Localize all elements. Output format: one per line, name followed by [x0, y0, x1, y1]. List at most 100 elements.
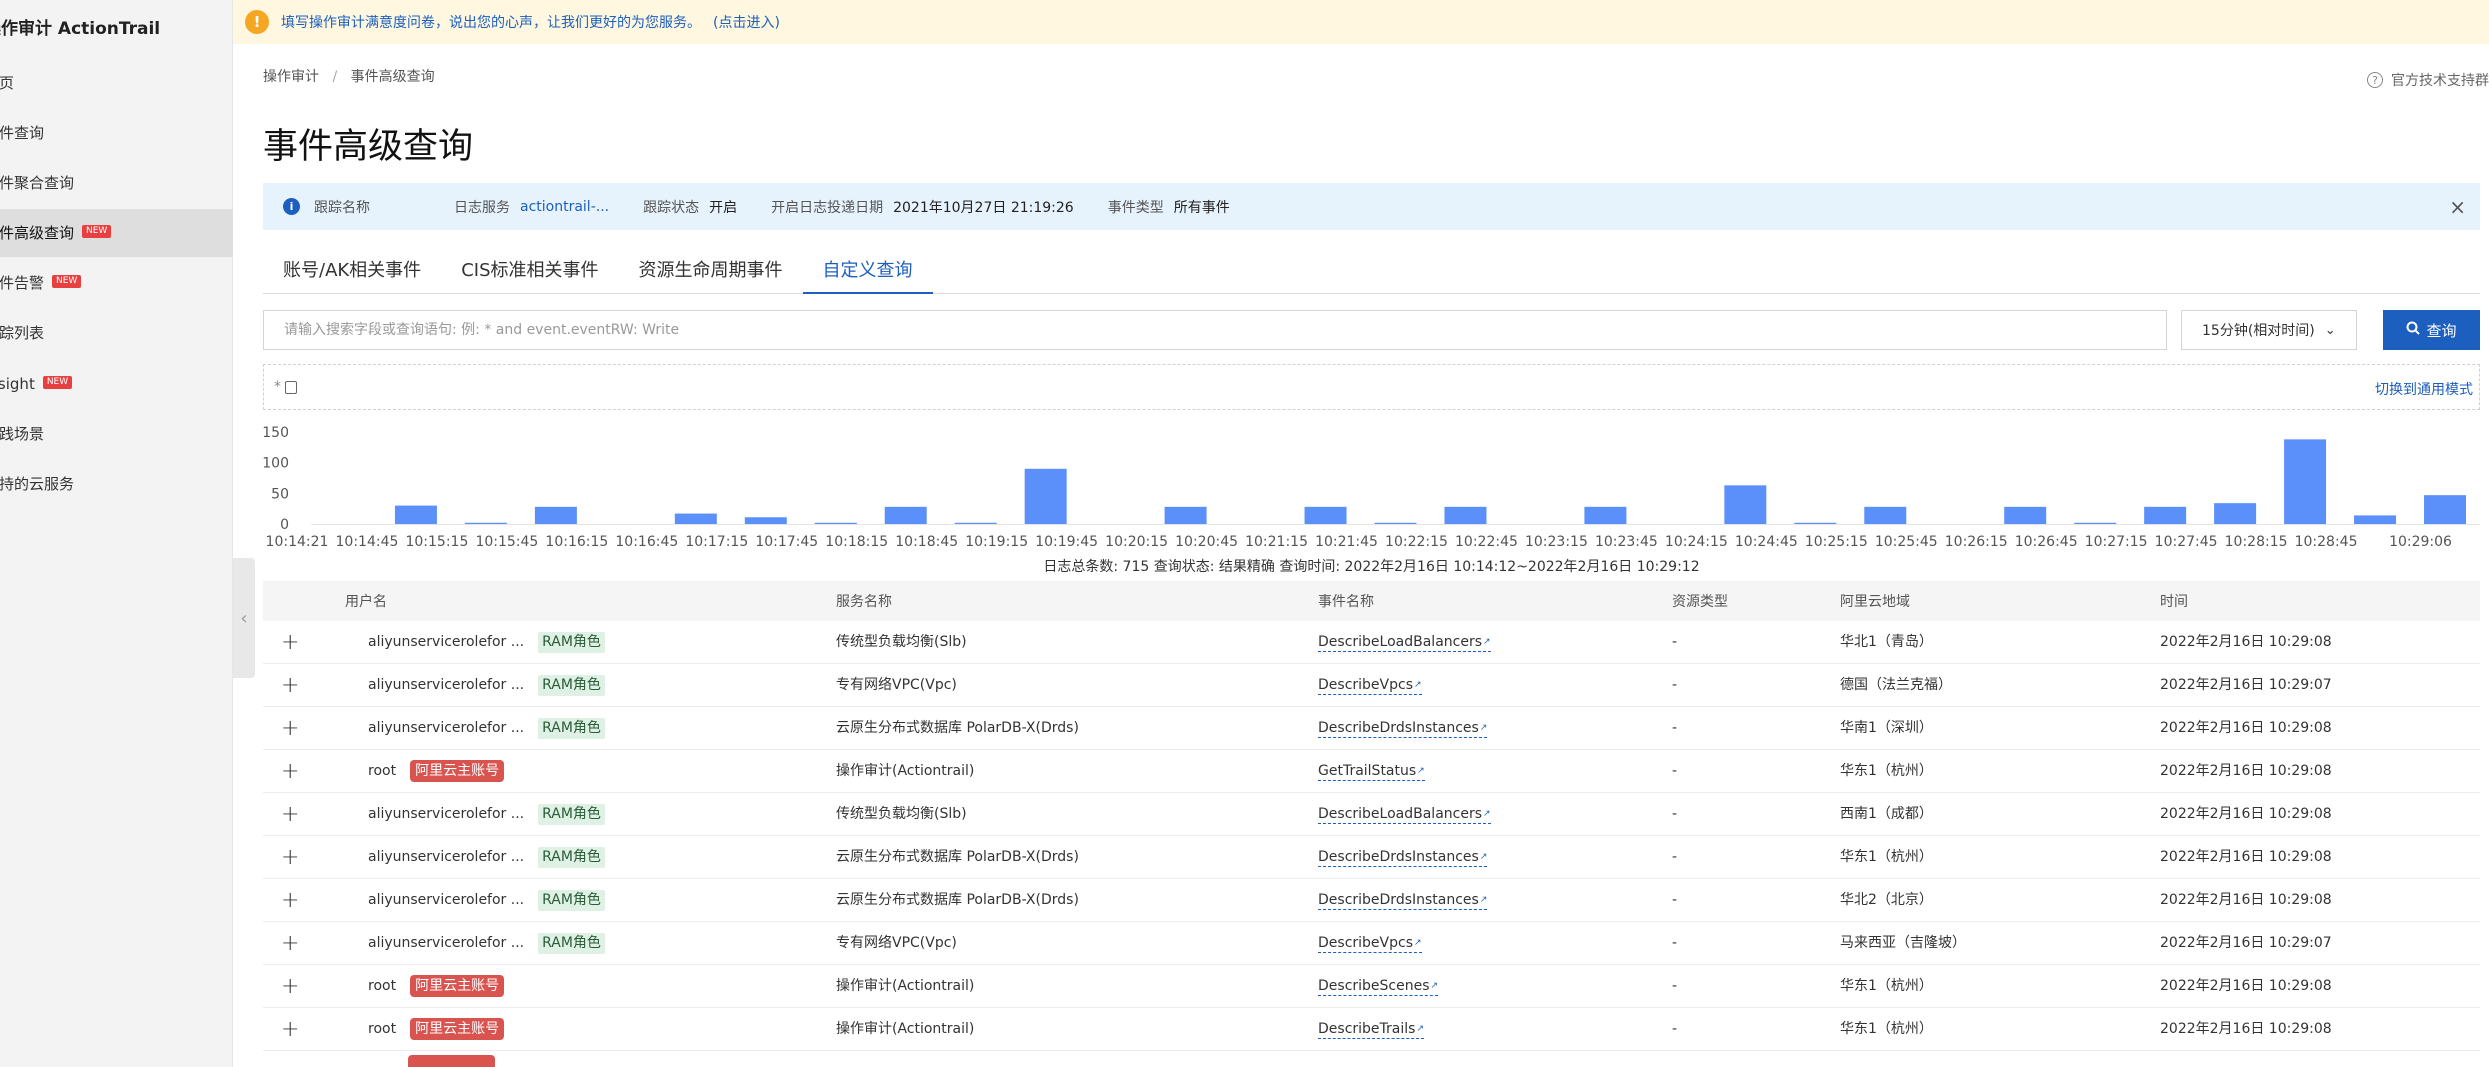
- sidebar-item-0[interactable]: 首页: [0, 59, 233, 107]
- histogram-bar[interactable]: [2214, 503, 2257, 524]
- table-row[interactable]: + aliyunservicerolefor ... RAM角色 传统型负载均衡(Sl…: [263, 793, 2480, 836]
- external-link-icon: ↗: [1479, 723, 1488, 733]
- histogram-bar[interactable]: [1864, 506, 1907, 524]
- table-row[interactable]: + aliyunservicerolefor ... RAM角色 云原生分布式数据库 …: [263, 836, 2480, 879]
- histogram-bar[interactable]: [2424, 495, 2467, 524]
- sidebar-item-8[interactable]: 支持的云服务: [0, 460, 233, 508]
- breadcrumb: 操作审计 / 事件高级查询: [263, 66, 435, 86]
- table-row-partial: [263, 1051, 2480, 1067]
- support-link[interactable]: ? 官方技术支持群: [2367, 70, 2489, 90]
- sidebar-item-3[interactable]: 事件高级查询 NEW: [0, 209, 233, 257]
- copy-icon[interactable]: [285, 380, 297, 394]
- expand-row-icon[interactable]: +: [281, 879, 299, 922]
- table-row[interactable]: + aliyunservicerolefor ... RAM角色 云原生分布式数据库 …: [263, 707, 2480, 750]
- log-service-value[interactable]: actiontrail-...: [520, 199, 609, 215]
- histogram-bar[interactable]: [814, 522, 857, 524]
- x-tick-label: 10:25:45: [1875, 534, 1938, 550]
- support-label: 官方技术支持群: [2391, 73, 2489, 89]
- histogram-bar[interactable]: [1024, 468, 1067, 524]
- histogram-bar[interactable]: [674, 513, 717, 524]
- event-name-link[interactable]: DescribeTrails↗: [1318, 1020, 1424, 1039]
- event-name-link[interactable]: DescribeLoadBalancers↗: [1318, 633, 1491, 652]
- event-name-link[interactable]: DescribeScenes↗: [1318, 977, 1439, 996]
- expand-row-icon[interactable]: +: [281, 965, 299, 1008]
- tab-custom-query[interactable]: 自定义查询: [802, 252, 933, 294]
- sidebar-item-4[interactable]: 事件告警 NEW: [0, 259, 233, 307]
- identity-tag: RAM角色: [538, 804, 605, 825]
- query-statement-box[interactable]: * 切换到通用模式: [263, 364, 2480, 410]
- expand-row-icon[interactable]: +: [281, 707, 299, 750]
- sidebar-item-5[interactable]: 跟踪列表: [0, 309, 233, 357]
- close-icon[interactable]: ×: [2449, 195, 2466, 219]
- event-name-link[interactable]: GetTrailStatus↗: [1318, 762, 1425, 781]
- event-name-link[interactable]: DescribeDrdsInstances↗: [1318, 719, 1488, 738]
- histogram-bar[interactable]: [2284, 439, 2327, 524]
- histogram-bar[interactable]: [1444, 506, 1487, 524]
- histogram-bar[interactable]: [1164, 506, 1207, 524]
- chevron-down-icon: ⌄: [2324, 322, 2336, 338]
- expand-row-icon[interactable]: +: [281, 922, 299, 965]
- sidebar-item-7[interactable]: 实践场景: [0, 410, 233, 458]
- table-row[interactable]: + aliyunservicerolefor ... RAM角色 专有网络VPC(Vp…: [263, 922, 2480, 965]
- expand-row-icon[interactable]: +: [281, 793, 299, 836]
- histogram-bar[interactable]: [1374, 522, 1417, 524]
- histogram-bar[interactable]: [744, 517, 787, 524]
- event-name-link[interactable]: DescribeDrdsInstances↗: [1318, 848, 1488, 867]
- expand-row-icon[interactable]: +: [281, 750, 299, 793]
- table-row[interactable]: + aliyunservicerolefor ... RAM角色 传统型负载均衡(Sl…: [263, 621, 2480, 664]
- user-cell: aliyunservicerolefor ... RAM角色: [368, 879, 605, 922]
- external-link-icon: ↗: [1414, 938, 1422, 948]
- region: 华北1（青岛）: [1840, 634, 1933, 650]
- tab-cis[interactable]: CIS标准相关事件: [441, 252, 618, 294]
- histogram-bar[interactable]: [1724, 485, 1767, 524]
- sidebar-collapse-handle[interactable]: ‹: [233, 558, 255, 678]
- external-link-icon: ↗: [1416, 1024, 1424, 1034]
- tab-account-ak[interactable]: 账号/AK相关事件: [263, 252, 441, 294]
- external-link-icon: ↗: [1430, 981, 1439, 991]
- table-row[interactable]: + aliyunservicerolefor ... RAM角色 云原生分布式数据库 …: [263, 879, 2480, 922]
- x-tick-label: 10:26:45: [2015, 534, 2078, 550]
- search-input[interactable]: [263, 310, 2167, 350]
- sidebar-item-1[interactable]: 事件查询: [0, 109, 233, 157]
- histogram-bar[interactable]: [884, 506, 927, 524]
- table-row[interactable]: + aliyunservicerolefor ... RAM角色 专有网络VPC(Vp…: [263, 664, 2480, 707]
- expand-row-icon[interactable]: +: [281, 1008, 299, 1051]
- x-tick-label: 10:19:15: [965, 534, 1028, 550]
- event-name-link[interactable]: DescribeLoadBalancers↗: [1318, 805, 1491, 824]
- table-row[interactable]: + root 阿里云主账号 操作审计(Actiontrail) DescribeScen…: [263, 965, 2480, 1008]
- service-name: 专有网络VPC(Vpc): [836, 935, 957, 951]
- search-button-label: 查询: [2426, 321, 2457, 340]
- switch-mode-link[interactable]: 切换到通用模式: [2375, 379, 2473, 399]
- breadcrumb-item-actiontrail[interactable]: 操作审计: [263, 69, 319, 85]
- histogram-bar[interactable]: [394, 505, 437, 524]
- sidebar-item-2[interactable]: 事件聚合查询: [0, 159, 233, 207]
- notice-link[interactable]: (点击进入): [713, 12, 780, 32]
- histogram-bar[interactable]: [2354, 515, 2397, 524]
- histogram-bar[interactable]: [464, 522, 507, 524]
- table-row[interactable]: + root 阿里云主账号 操作审计(Actiontrail) DescribeTrai…: [263, 1008, 2480, 1051]
- histogram-bar[interactable]: [534, 506, 577, 524]
- histogram-bar[interactable]: [2074, 522, 2117, 524]
- histogram-bar[interactable]: [954, 522, 997, 524]
- histogram-bar[interactable]: [1794, 522, 1837, 524]
- histogram-bar[interactable]: [1304, 506, 1347, 524]
- event-name-link[interactable]: DescribeVpcs↗: [1318, 676, 1422, 695]
- tab-resource-lifecycle[interactable]: 资源生命周期事件: [619, 252, 803, 294]
- expand-row-icon[interactable]: +: [281, 621, 299, 664]
- user-cell: aliyunservicerolefor ... RAM角色: [368, 707, 605, 750]
- table-row[interactable]: + root 阿里云主账号 操作审计(Actiontrail) GetTrailStat…: [263, 750, 2480, 793]
- expand-row-icon[interactable]: +: [281, 664, 299, 707]
- x-tick-label: 10:24:45: [1735, 534, 1798, 550]
- histogram-bar[interactable]: [1584, 506, 1627, 524]
- histogram-bar[interactable]: [2144, 506, 2187, 524]
- region: 华东1（杭州）: [1840, 1021, 1933, 1037]
- search-button[interactable]: 查询: [2383, 310, 2480, 350]
- sidebar-title: 操作审计 ActionTrail: [0, 14, 160, 39]
- new-badge: NEW: [42, 376, 73, 389]
- expand-row-icon[interactable]: +: [281, 836, 299, 879]
- sidebar-item-6[interactable]: Insight NEW: [0, 360, 233, 408]
- event-name-link[interactable]: DescribeDrdsInstances↗: [1318, 891, 1488, 910]
- event-name-link[interactable]: DescribeVpcs↗: [1318, 934, 1422, 953]
- time-range-select[interactable]: 15分钟(相对时间) ⌄: [2181, 310, 2357, 350]
- histogram-bar[interactable]: [2004, 506, 2047, 524]
